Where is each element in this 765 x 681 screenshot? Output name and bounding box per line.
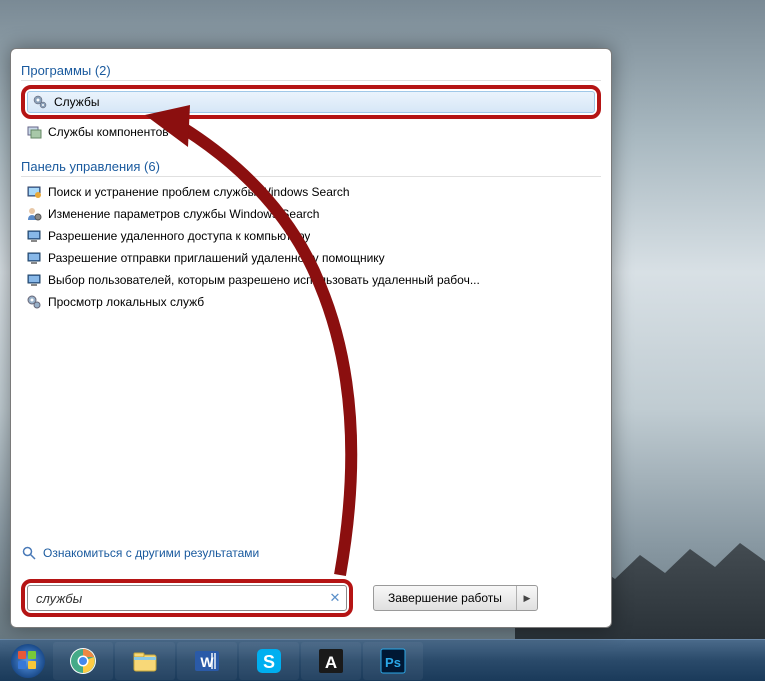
explorer-icon bbox=[131, 647, 159, 675]
search-input[interactable] bbox=[36, 591, 328, 606]
annotation-highlight-search: ✕ bbox=[21, 579, 353, 617]
autocad-icon: A bbox=[317, 647, 345, 675]
result-item-cp-1[interactable]: Изменение параметров службы Windows Sear… bbox=[21, 203, 601, 225]
result-item-cp-5[interactable]: Просмотр локальных служб bbox=[21, 291, 601, 313]
start-menu-panel: Программы (2) Службы Службы компонентов … bbox=[10, 48, 612, 628]
search-box: ✕ bbox=[27, 585, 347, 611]
result-label: Просмотр локальных служб bbox=[48, 295, 204, 309]
taskbar-app-photoshop[interactable]: Ps bbox=[363, 642, 423, 680]
taskbar-app-skype[interactable]: S bbox=[239, 642, 299, 680]
search-results-area: Программы (2) Службы Службы компонентов … bbox=[11, 49, 611, 535]
result-item-cp-4[interactable]: Выбор пользователей, которым разрешено и… bbox=[21, 269, 601, 291]
taskbar-app-autocad[interactable]: A bbox=[301, 642, 361, 680]
clear-search-icon[interactable]: ✕ bbox=[328, 591, 342, 605]
control-panel-section-header: Панель управления (6) bbox=[21, 155, 601, 177]
more-results-link[interactable]: Ознакомиться с другими результатами bbox=[43, 546, 259, 560]
result-label: Разрешение удаленного доступа к компьюте… bbox=[48, 229, 310, 243]
shutdown-button[interactable]: Завершение работы bbox=[374, 586, 517, 610]
result-item-cp-2[interactable]: Разрешение удаленного доступа к компьюте… bbox=[21, 225, 601, 247]
result-label: Разрешение отправки приглашений удаленно… bbox=[48, 251, 385, 265]
taskbar-app-word[interactable]: W bbox=[177, 642, 237, 680]
svg-text:A: A bbox=[325, 653, 337, 672]
gears-icon bbox=[32, 94, 48, 110]
more-results-row: Ознакомиться с другими результатами bbox=[11, 535, 611, 569]
search-icon bbox=[21, 545, 37, 561]
component-icon bbox=[26, 124, 42, 140]
admin-tools-icon bbox=[26, 294, 42, 310]
svg-text:Ps: Ps bbox=[385, 655, 401, 670]
troubleshoot-icon bbox=[26, 184, 42, 200]
photoshop-icon: Ps bbox=[379, 647, 407, 675]
result-label: Изменение параметров службы Windows Sear… bbox=[48, 207, 319, 221]
result-item-cp-0[interactable]: Поиск и устранение проблем службы Window… bbox=[21, 181, 601, 203]
start-menu-bottom-bar: ✕ Завершение работы ▶ bbox=[11, 569, 611, 627]
result-item-cp-3[interactable]: Разрешение отправки приглашений удаленно… bbox=[21, 247, 601, 269]
system-icon bbox=[26, 272, 42, 288]
result-label: Выбор пользователей, которым разрешено и… bbox=[48, 273, 480, 287]
user-settings-icon bbox=[26, 206, 42, 222]
result-item-component-services[interactable]: Службы компонентов bbox=[21, 121, 601, 143]
annotation-highlight-programs: Службы bbox=[21, 85, 601, 119]
taskbar: W S A Ps bbox=[0, 639, 765, 681]
system-icon bbox=[26, 228, 42, 244]
word-icon: W bbox=[193, 647, 221, 675]
taskbar-app-explorer[interactable] bbox=[115, 642, 175, 680]
chrome-icon bbox=[69, 647, 97, 675]
svg-text:S: S bbox=[263, 652, 275, 672]
system-icon bbox=[26, 250, 42, 266]
taskbar-app-chrome[interactable] bbox=[53, 642, 113, 680]
result-label: Поиск и устранение проблем службы Window… bbox=[48, 185, 350, 199]
result-item-services[interactable]: Службы bbox=[27, 91, 595, 113]
shutdown-options-arrow[interactable]: ▶ bbox=[517, 586, 537, 610]
result-label: Службы bbox=[54, 95, 99, 109]
programs-section-header: Программы (2) bbox=[21, 59, 601, 81]
shutdown-split-button: Завершение работы ▶ bbox=[373, 585, 538, 611]
start-button[interactable] bbox=[4, 642, 52, 680]
skype-icon: S bbox=[255, 647, 283, 675]
result-label: Службы компонентов bbox=[48, 125, 169, 139]
